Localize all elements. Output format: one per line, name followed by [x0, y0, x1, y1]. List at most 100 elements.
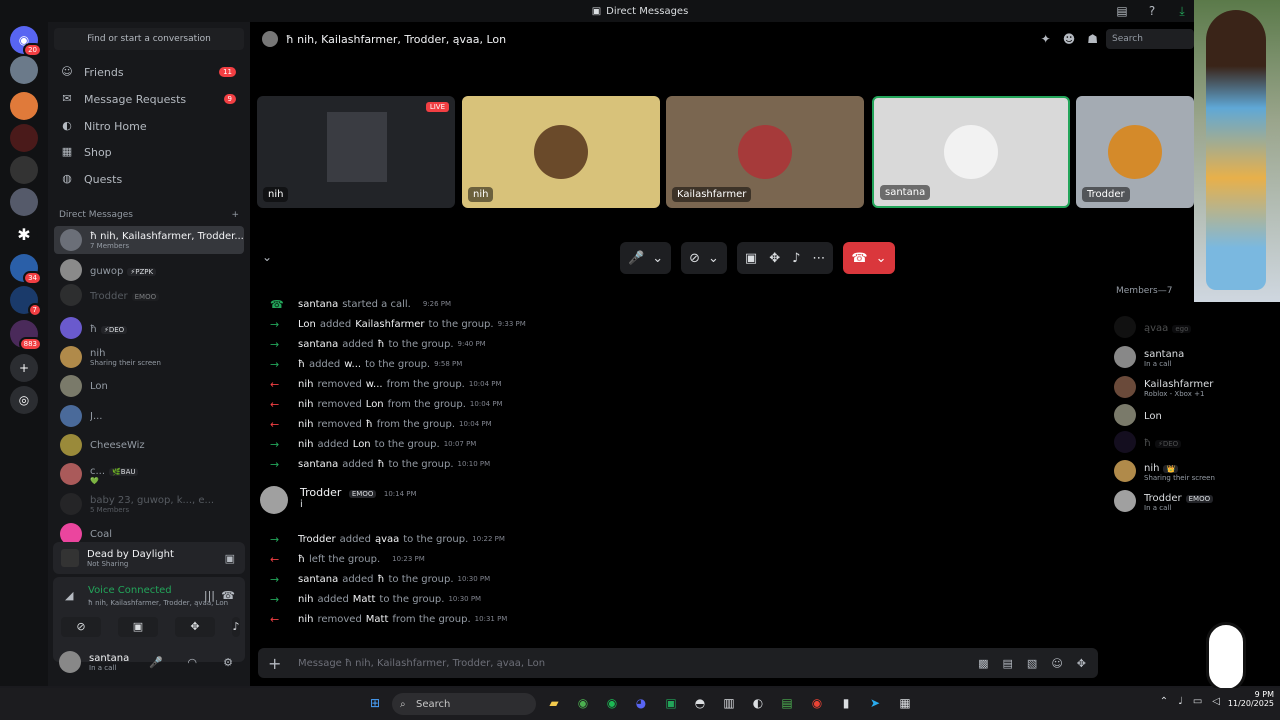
message-target[interactable]: ħ: [378, 339, 385, 350]
member-list-icon[interactable]: ☗: [1087, 32, 1098, 46]
sticker-icon[interactable]: ▧: [1027, 657, 1037, 670]
volume-icon[interactable]: ◁: [1212, 696, 1220, 707]
camera-button[interactable]: ⊘ ⌄: [681, 242, 727, 274]
app-icon[interactable]: ▦: [896, 696, 914, 712]
soundboard-button[interactable]: ♪: [232, 617, 240, 637]
nav-nitro-home[interactable]: ◐ Nitro Home: [56, 114, 244, 138]
mic-icon[interactable]: ♩: [1178, 696, 1183, 707]
message-target[interactable]: w...: [344, 359, 361, 370]
member-item[interactable]: ąvaa ego: [1114, 314, 1192, 340]
app-icon[interactable]: ▣: [662, 696, 680, 712]
chevron-up-icon[interactable]: ⌃: [1160, 696, 1168, 707]
message-target[interactable]: ħ: [366, 419, 373, 430]
download-icon[interactable]: ⤓: [1174, 3, 1190, 19]
video-tile[interactable]: Kailashfarmer: [666, 96, 864, 208]
discover-icon[interactable]: ◎: [10, 386, 38, 414]
message-actor[interactable]: nih: [298, 594, 313, 605]
dm-item[interactable]: c... 🌿BAU 💚: [54, 460, 244, 488]
member-item[interactable]: Kailashfarmer Roblox - Xbox +1: [1114, 374, 1213, 400]
headphones-icon[interactable]: ◠: [187, 656, 197, 669]
nav-quests[interactable]: ◍ Quests: [56, 167, 244, 191]
pin-icon[interactable]: ✦: [1041, 32, 1051, 46]
windows-start-icon[interactable]: ⊞: [366, 696, 384, 712]
steam-icon[interactable]: ◓: [691, 696, 709, 712]
noise-suppression-icon[interactable]: |||: [204, 589, 215, 602]
dm-item[interactable]: nih Sharing their screen: [54, 343, 244, 371]
message-actor[interactable]: nih: [298, 439, 313, 450]
screen-share-button[interactable]: ▣: [118, 617, 158, 637]
message-target[interactable]: ħ: [378, 574, 385, 585]
app-icon[interactable]: ◐: [749, 696, 767, 712]
epic-icon[interactable]: ▥: [720, 696, 738, 712]
help-icon[interactable]: ?: [1144, 3, 1160, 19]
message-actor[interactable]: santana: [298, 339, 338, 350]
dm-item[interactable]: baby 23, guwop, k..., e... 5 Members: [54, 490, 244, 518]
message-actor[interactable]: Trodder: [298, 534, 336, 545]
message-actor[interactable]: santana: [298, 299, 338, 310]
voice-status[interactable]: Voice Connected: [88, 585, 172, 596]
avatar[interactable]: [260, 486, 288, 514]
video-tile[interactable]: LIVE nih: [257, 96, 455, 208]
end-call-button[interactable]: ☎ ⌄: [843, 242, 895, 274]
dm-item[interactable]: guwop ⚡PZPK: [54, 256, 244, 284]
server-icon[interactable]: [10, 124, 38, 152]
nav-friends[interactable]: ☺ Friends 11: [56, 60, 244, 84]
dm-item[interactable]: Trodder EMOO: [54, 281, 244, 309]
activities-button[interactable]: ✥: [175, 617, 215, 637]
settings-icon[interactable]: ⚙: [223, 656, 233, 669]
server-icon[interactable]: [10, 92, 38, 120]
dm-item[interactable]: Lon: [54, 372, 244, 400]
nav-message-requests[interactable]: ✉ Message Requests 9: [56, 87, 244, 111]
camera-button[interactable]: ⊘: [61, 617, 101, 637]
message-author[interactable]: Trodder: [300, 486, 341, 499]
message-target[interactable]: Lon: [353, 439, 371, 450]
message-target[interactable]: Lon: [366, 399, 384, 410]
nav-shop[interactable]: ▦ Shop: [56, 140, 244, 164]
find-conversation-button[interactable]: Find or start a conversation: [54, 28, 244, 50]
message-input[interactable]: + Message ħ nih, Kailashfarmer, Trodder,…: [258, 648, 1098, 678]
telegram-icon[interactable]: ➤: [866, 696, 884, 712]
apps-icon[interactable]: ✥: [1077, 657, 1086, 670]
chrome-icon[interactable]: ◉: [808, 696, 826, 712]
message-target[interactable]: Kailashfarmer: [355, 319, 424, 330]
audio-icon[interactable]: ▮: [837, 696, 855, 712]
puzzle-icon[interactable]: ✱: [10, 220, 38, 248]
add-member-icon[interactable]: ☻: [1063, 32, 1076, 46]
dm-item[interactable]: J...: [54, 402, 244, 430]
message-target[interactable]: Matt: [366, 614, 389, 625]
mic-icon[interactable]: 🎤: [149, 656, 163, 669]
clock[interactable]: 9 PM 11/20/2025: [1228, 690, 1274, 708]
server-icon[interactable]: 34: [10, 254, 42, 285]
emoji-icon[interactable]: ☺: [1051, 657, 1062, 670]
server-icon[interactable]: 883: [10, 320, 42, 351]
member-item[interactable]: Trodder EMOO In a call: [1114, 488, 1214, 514]
message-actor[interactable]: nih: [298, 614, 313, 625]
message-target[interactable]: ąvaa: [375, 534, 399, 545]
server-icon[interactable]: [10, 156, 38, 184]
add-server-icon[interactable]: +: [10, 354, 38, 382]
add-dm-icon[interactable]: +: [231, 210, 239, 220]
message-actor[interactable]: ħ: [298, 554, 305, 565]
search-input[interactable]: Search: [1106, 29, 1194, 49]
member-item[interactable]: nih 👑 Sharing their screen: [1114, 458, 1215, 484]
message-actor[interactable]: santana: [298, 459, 338, 470]
message-target[interactable]: ħ: [378, 459, 385, 470]
dm-item[interactable]: ħ nih, Kailashfarmer, Trodder... 7 Member…: [54, 226, 244, 254]
taskbar-search[interactable]: ⌕ Search: [392, 693, 536, 715]
video-tile[interactable]: Trodder: [1076, 96, 1194, 208]
message-target[interactable]: w...: [366, 379, 383, 390]
member-item[interactable]: ħ ⚡DEO: [1114, 429, 1182, 455]
spotify-icon[interactable]: ◉: [603, 696, 621, 712]
member-item[interactable]: Lon: [1114, 402, 1162, 428]
disconnect-icon[interactable]: ☎: [221, 589, 235, 602]
video-tile[interactable]: nih: [462, 96, 660, 208]
chrome-icon[interactable]: ◉: [574, 696, 592, 712]
dm-item[interactable]: CheeseWiz: [54, 431, 244, 459]
server-icon[interactable]: 7: [10, 286, 42, 317]
share-screen-button[interactable]: ▣ ✥ ♪ ⋯: [736, 242, 834, 274]
message-actor[interactable]: nih: [298, 379, 313, 390]
user-avatar[interactable]: [59, 651, 81, 673]
message-actor[interactable]: nih: [298, 419, 313, 430]
app-icon[interactable]: ▤: [778, 696, 796, 712]
member-item[interactable]: santana In a call: [1114, 344, 1184, 370]
